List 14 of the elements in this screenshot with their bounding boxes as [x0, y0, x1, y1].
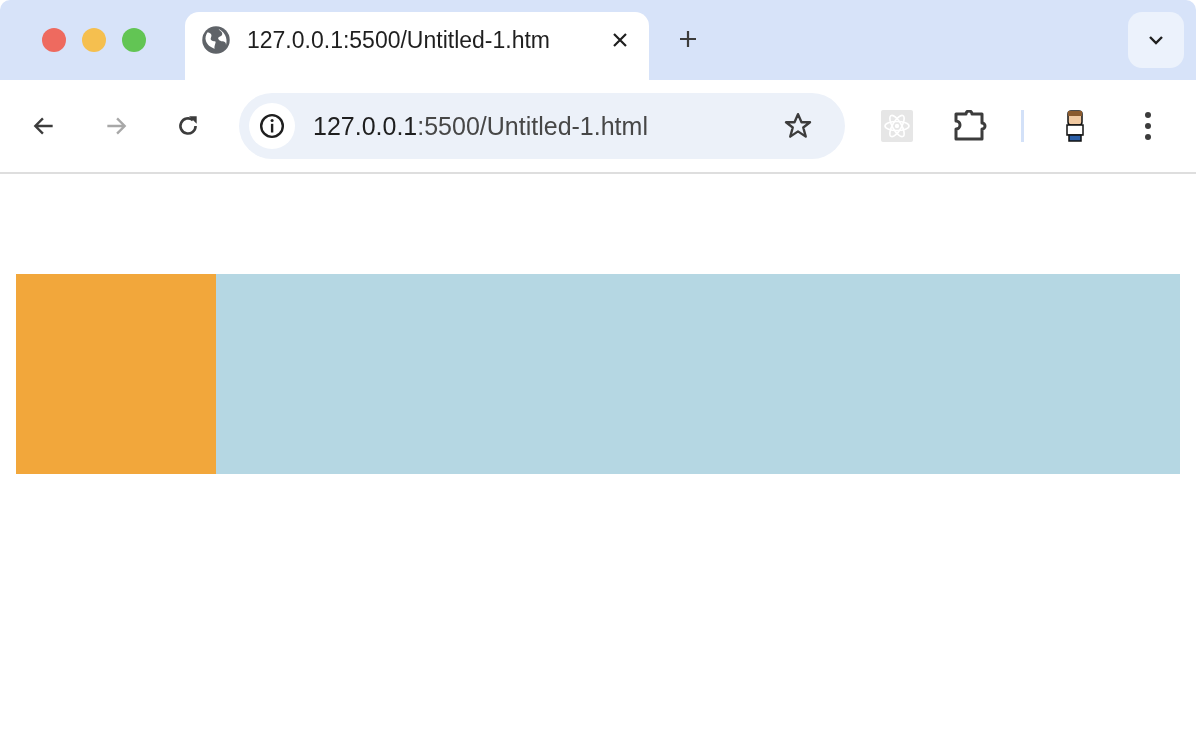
- menu-icon[interactable]: [1144, 111, 1152, 141]
- puzzle-icon[interactable]: [953, 110, 987, 142]
- browser-tab[interactable]: 127.0.0.1:5500/Untitled-1.htm: [185, 12, 649, 80]
- globe-icon: [201, 25, 231, 55]
- url-text: 127.0.0.1:5500/Untitled-1.html: [313, 111, 649, 141]
- tab-title: 127.0.0.1:5500/Untitled-1.htm: [247, 26, 552, 54]
- chevron-down-icon: [1149, 35, 1163, 45]
- address-bar[interactable]: 127.0.0.1:5500/Untitled-1.html: [239, 93, 845, 159]
- info-button[interactable]: [249, 103, 295, 149]
- new-tab-icon[interactable]: [679, 30, 697, 48]
- avatar-icon[interactable]: [1065, 110, 1085, 142]
- bookmark-star-icon[interactable]: [783, 111, 813, 141]
- info-icon: [259, 113, 285, 139]
- close-icon[interactable]: [613, 33, 627, 47]
